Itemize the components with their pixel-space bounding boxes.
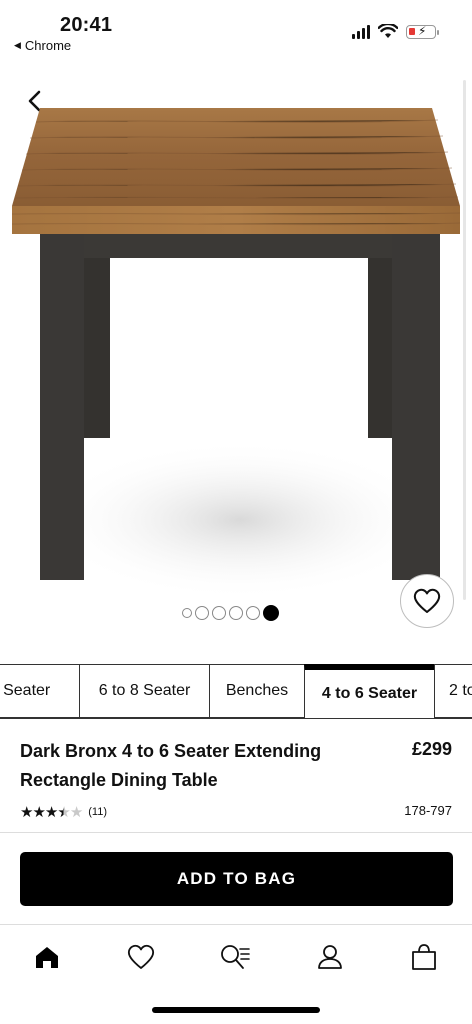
review-count: (11)	[88, 806, 108, 818]
pagination-dot[interactable]	[212, 606, 226, 620]
pagination-dot[interactable]	[182, 608, 192, 618]
status-time: 20:41	[60, 14, 113, 36]
star-empty-icon: ★	[69, 804, 83, 821]
nav-bag[interactable]	[408, 941, 440, 973]
divider	[0, 832, 472, 833]
pagination-dot[interactable]	[246, 606, 260, 620]
signal-icon	[352, 24, 370, 39]
wishlist-button[interactable]	[400, 574, 454, 628]
back-triangle-icon: ◀	[14, 40, 21, 50]
search-list-icon	[221, 945, 250, 969]
product-gallery[interactable]	[0, 60, 472, 660]
user-icon	[318, 945, 342, 969]
star-full-icon: ★	[32, 804, 45, 821]
pagination-dot[interactable]	[195, 606, 209, 620]
tab-6-to-8-seater[interactable]: 6 to 8 Seater	[79, 664, 210, 718]
home-indicator[interactable]	[152, 1007, 320, 1013]
back-to-app-link[interactable]: ◀ Chrome	[14, 38, 71, 53]
back-app-label: Chrome	[24, 38, 72, 53]
pagination-dot[interactable]	[263, 605, 279, 621]
star-full-icon: ★	[20, 804, 33, 821]
pagination-dot[interactable]	[229, 606, 243, 620]
product-price: £299	[411, 739, 452, 759]
status-icons: ⚡	[352, 24, 439, 39]
product-info: Dark Bronx 4 to 6 Seater Extending Recta…	[0, 718, 472, 832]
home-icon	[36, 947, 58, 968]
bag-icon	[412, 944, 436, 970]
nav-account[interactable]	[314, 941, 346, 973]
heart-icon	[127, 944, 155, 969]
tab-4-to-6-seater[interactable]: 4 to 6 Seater	[304, 664, 435, 718]
bottom-nav	[0, 924, 472, 986]
product-rating[interactable]: ★★★★★ (11)	[20, 803, 107, 821]
add-to-bag-button[interactable]: ADD TO BAG	[20, 852, 453, 906]
tab-2-to[interactable]: 2 to	[434, 664, 472, 718]
wifi-icon	[378, 24, 398, 38]
battery-charging-icon: ⚡	[406, 24, 439, 39]
tab-0-seater[interactable]: 0 Seater	[0, 664, 80, 718]
product-sku: 178-797	[404, 803, 452, 818]
nav-search[interactable]	[219, 941, 251, 973]
tab-benches[interactable]: Benches	[209, 664, 305, 718]
heart-outline-icon	[413, 588, 441, 613]
star-full-icon: ★	[44, 804, 58, 821]
rating-stars: ★★★★★	[20, 803, 83, 821]
product-image	[11, 108, 461, 600]
star-half-icon: ★	[57, 804, 70, 821]
product-title: Dark Bronx 4 to 6 Seater Extending Recta…	[20, 741, 322, 790]
nav-favourites[interactable]	[125, 941, 157, 973]
image-pagination	[182, 605, 279, 621]
category-tabs[interactable]: 0 Seater 6 to 8 Seater Benches 4 to 6 Se…	[0, 664, 472, 718]
nav-home[interactable]	[31, 941, 63, 973]
status-bar: 20:41 ◀ Chrome ⚡	[0, 0, 472, 56]
